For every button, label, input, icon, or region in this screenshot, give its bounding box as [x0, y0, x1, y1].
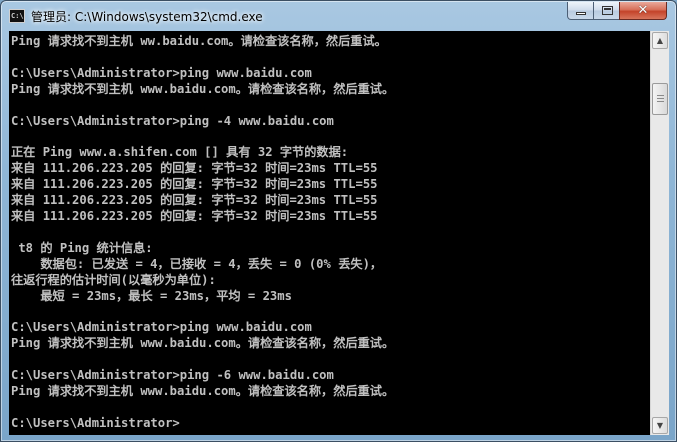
title-bar[interactable]: C:\ 管理员: C:\Windows\system32\cmd.exe ✕ — [1, 1, 676, 31]
console-line: 数据包: 已发送 = 4，已接收 = 4，丢失 = 0 (0% 丢失)， — [11, 256, 383, 271]
console-line: 来自 111.206.223.205 的回复: 字节=32 时间=23ms TT… — [11, 161, 378, 176]
grip-line — [657, 95, 664, 96]
maximize-icon — [602, 6, 613, 15]
console-line: C:\Users\Administrator>ping -6 www.baidu… — [11, 368, 334, 383]
console-line: Ping 请求找不到主机 ww.baidu.com。请检查该名称，然后重试。 — [11, 34, 387, 48]
window-title: 管理员: C:\Windows\system32\cmd.exe — [31, 10, 263, 24]
minimize-icon — [576, 12, 586, 15]
console-line: Ping 请求找不到主机 www.baidu.com。请检查该名称，然后重试。 — [11, 81, 395, 96]
vertical-scrollbar[interactable]: ▲ ▼ — [650, 31, 669, 435]
grip-line — [657, 101, 664, 102]
console-text[interactable]: Ping 请求找不到主机 ww.baidu.com。请检查该名称，然后重试。 C… — [9, 31, 650, 432]
console-line: 来自 111.206.223.205 的回复: 字节=32 时间=23ms TT… — [11, 208, 378, 223]
chevron-down-icon: ▼ — [656, 421, 664, 430]
scroll-down-button[interactable]: ▼ — [652, 417, 668, 434]
console-line: C:\Users\Administrator>ping www.baidu.co… — [11, 320, 312, 335]
maximize-button[interactable] — [593, 2, 620, 20]
scroll-up-button[interactable]: ▲ — [652, 32, 668, 49]
console-line: 最短 = 23ms，最长 = 23ms，平均 = 23ms — [11, 288, 292, 303]
cmd-window: C:\ 管理员: C:\Windows\system32\cmd.exe ✕ P… — [0, 0, 677, 442]
grip-line — [657, 98, 664, 99]
close-button[interactable]: ✕ — [619, 2, 667, 20]
scrollbar-thumb[interactable] — [652, 83, 668, 115]
console-output[interactable]: Ping 请求找不到主机 ww.baidu.com。请检查该名称，然后重试。 C… — [9, 31, 650, 435]
close-icon: ✕ — [637, 3, 649, 18]
console-line: 正在 Ping www.a.shifen.com [] 具有 32 字节的数据: — [11, 145, 349, 160]
cmd-icon[interactable]: C:\ — [9, 9, 25, 23]
chevron-up-icon: ▲ — [656, 36, 664, 45]
console-line: 往返行程的估计时间(以毫秒为单位): — [11, 272, 216, 287]
console-line: Ping 请求找不到主机 www.baidu.com。请检查该名称，然后重试。 — [11, 336, 395, 351]
console-line: 来自 111.206.223.205 的回复: 字节=32 时间=23ms TT… — [11, 193, 378, 208]
console-line: 来自 111.206.223.205 的回复: 字节=32 时间=23ms TT… — [11, 177, 378, 192]
console-line: C:\Users\Administrator>ping -4 www.baidu… — [11, 113, 334, 128]
console-line: C:\Users\Administrator>ping www.baidu.co… — [11, 65, 312, 80]
console-line: Ping 请求找不到主机 www.baidu.com。请检查该名称，然后重试。 — [11, 383, 395, 398]
minimize-button[interactable] — [567, 2, 594, 20]
console-line: C:\Users\Administrator> — [11, 415, 180, 430]
console-line: t8 的 Ping 统计信息: — [11, 240, 153, 255]
